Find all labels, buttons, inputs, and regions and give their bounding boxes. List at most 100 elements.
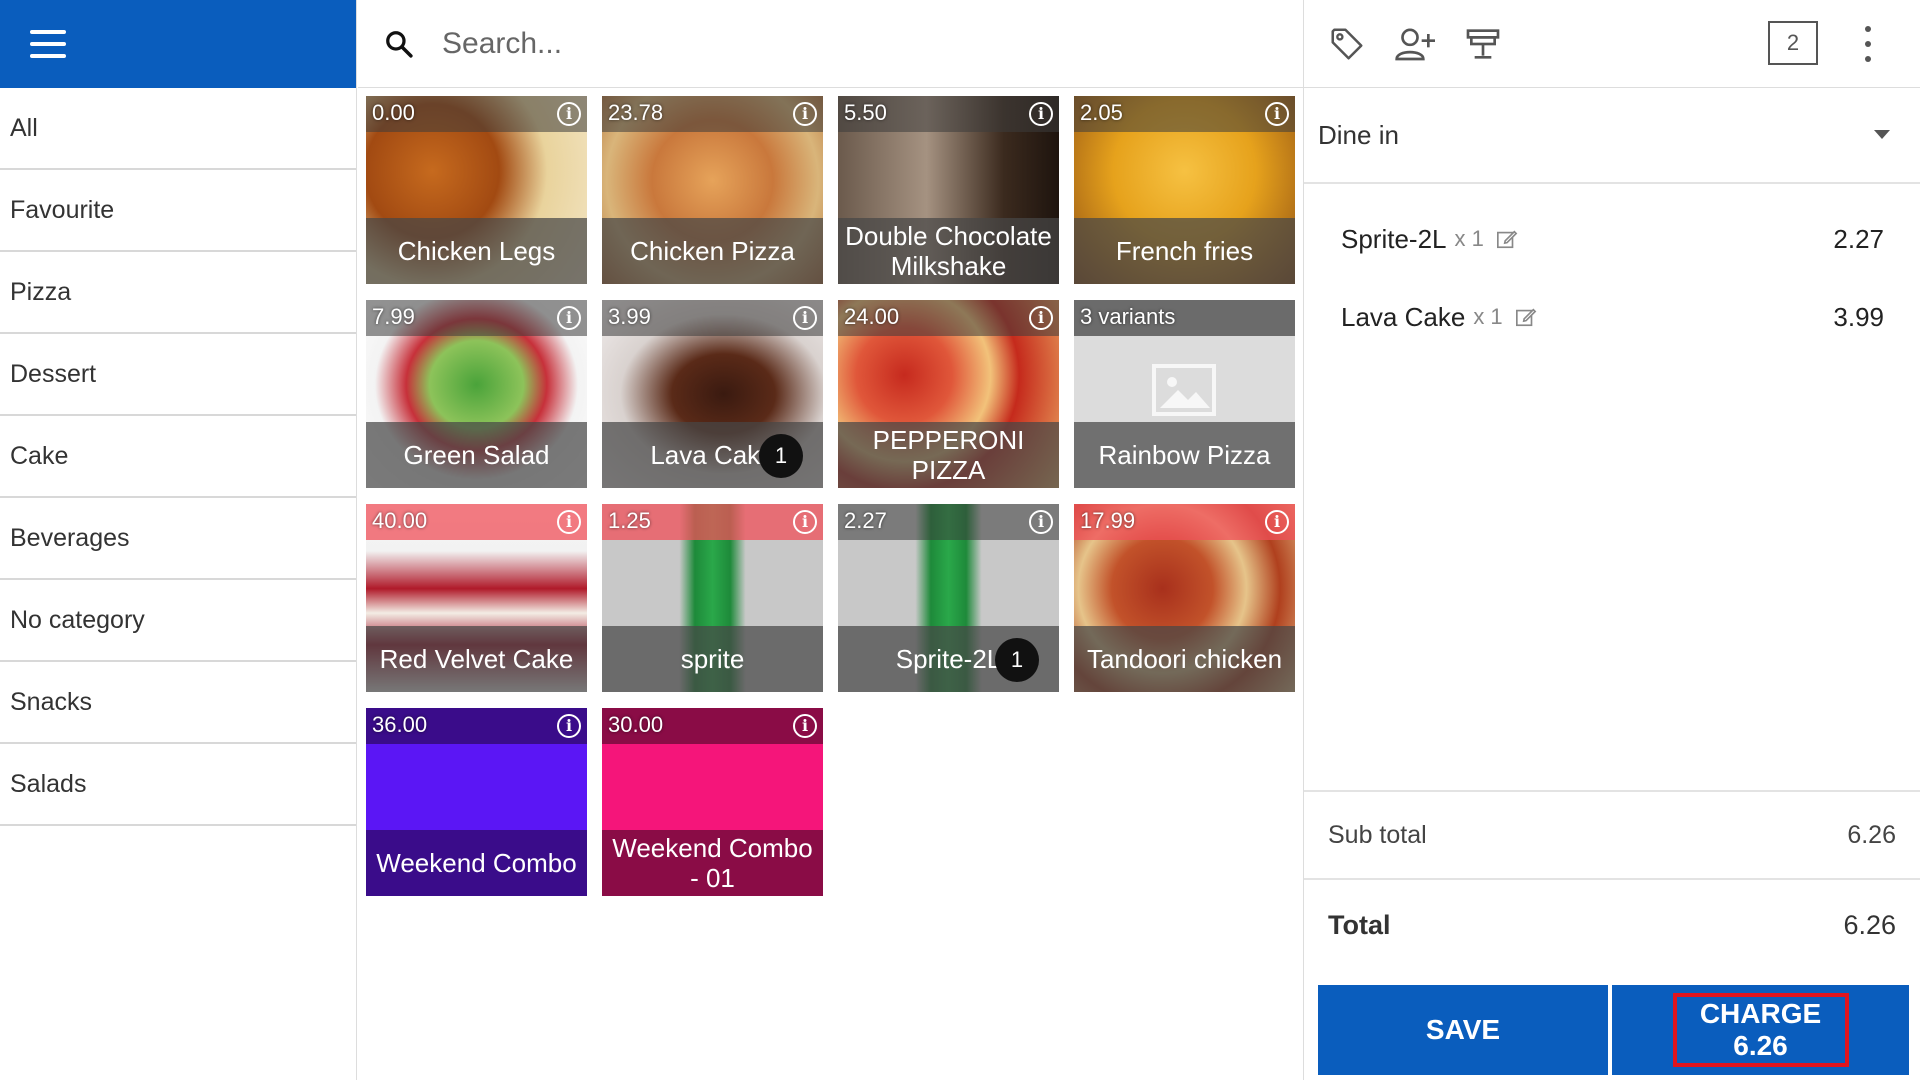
product-price: 3.99 <box>608 304 651 329</box>
product-name: Double Chocolate Milkshake <box>838 218 1059 284</box>
product-price: 5.50 <box>844 100 887 125</box>
line-item-qty: x 1 <box>1473 304 1503 329</box>
product-tile[interactable]: 40.00 i Red Velvet Cake <box>366 504 587 692</box>
product-tile[interactable]: 3.99 i Lava Cake 1 <box>602 300 823 488</box>
search-icon[interactable] <box>384 29 414 59</box>
info-icon[interactable]: i <box>793 510 817 534</box>
info-icon[interactable]: i <box>557 510 581 534</box>
product-price: 17.99 <box>1080 508 1136 533</box>
dining-option-value: Dine in <box>1318 119 1399 150</box>
add-customer-icon[interactable] <box>1392 21 1438 67</box>
menu-icon[interactable] <box>30 30 66 58</box>
product-name: Chicken Legs <box>366 218 587 284</box>
product-tile[interactable]: 30.00 i Weekend Combo - 01 <box>602 708 823 896</box>
category-pizza[interactable]: Pizza <box>0 252 356 334</box>
category-all[interactable]: All <box>0 88 356 170</box>
line-item-qty: x 1 <box>1454 226 1484 251</box>
charge-button[interactable]: CHARGE 6.26 <box>1612 985 1909 1075</box>
product-price: 24.00 <box>844 304 900 329</box>
total-row: Total 6.26 <box>1304 880 1920 970</box>
category-cake[interactable]: Cake <box>0 416 356 498</box>
total-label: Total <box>1328 909 1391 940</box>
search-input[interactable] <box>442 26 1142 61</box>
save-button[interactable]: SAVE <box>1318 985 1608 1075</box>
open-tickets-button[interactable]: 2 <box>1768 21 1818 65</box>
cart-count-badge: 1 <box>995 638 1039 682</box>
product-name: Weekend Combo <box>366 830 587 896</box>
product-tile[interactable]: 2.27 i Sprite-2L 1 <box>838 504 1059 692</box>
total-value: 6.26 <box>1843 909 1896 940</box>
product-tile[interactable]: 17.99 i Tandoori chicken <box>1074 504 1295 692</box>
line-item-amount: 2.27 <box>1833 223 1884 254</box>
product-tile[interactable]: 1.25 i sprite <box>602 504 823 692</box>
category-no-category[interactable]: No category <box>0 580 356 662</box>
order-line-item[interactable]: Sprite-2L x 1 2.27 <box>1341 219 1884 259</box>
product-name: Red Velvet Cake <box>366 626 587 692</box>
order-panel: 2 Dine in Sprite-2L x 1 2.27 Lava Cake x… <box>1303 0 1920 1080</box>
info-icon[interactable]: i <box>557 714 581 738</box>
product-price: 36.00 <box>372 712 428 737</box>
category-list: All Favourite Pizza Dessert Cake Beverag… <box>0 88 356 826</box>
info-icon[interactable]: i <box>793 102 817 126</box>
info-icon[interactable]: i <box>1029 510 1053 534</box>
edit-icon[interactable] <box>1496 228 1518 250</box>
product-price: 30.00 <box>608 712 664 737</box>
category-salads[interactable]: Salads <box>0 744 356 826</box>
product-price: 40.00 <box>372 508 428 533</box>
product-name: Rainbow Pizza <box>1074 422 1295 488</box>
dining-option-select[interactable]: Dine in <box>1304 88 1920 184</box>
product-name: Chicken Pizza <box>602 218 823 284</box>
product-tile[interactable]: 2.05 i French fries <box>1074 96 1295 284</box>
line-item-name: Sprite-2L <box>1341 223 1447 254</box>
info-icon[interactable]: i <box>1029 306 1053 330</box>
product-name: French fries <box>1074 218 1295 284</box>
variants-count: 3 variants <box>1080 304 1176 329</box>
product-tile[interactable]: 3 variants Rainbow Pizza <box>1074 300 1295 488</box>
subtotal-row: Sub total 6.26 <box>1304 790 1920 880</box>
line-item-name: Lava Cake <box>1341 301 1466 332</box>
info-icon[interactable]: i <box>1029 102 1053 126</box>
subtotal-value: 6.26 <box>1847 820 1896 849</box>
product-price: 1.25 <box>608 508 651 533</box>
order-line-item[interactable]: Lava Cake x 1 3.99 <box>1341 297 1884 337</box>
product-price: 7.99 <box>372 304 415 329</box>
charge-highlight: CHARGE 6.26 <box>1672 993 1849 1067</box>
printer-icon[interactable] <box>1460 21 1506 67</box>
category-dessert[interactable]: Dessert <box>0 334 356 416</box>
product-tile[interactable]: 24.00 i PEPPERONI PIZZA <box>838 300 1059 488</box>
info-icon[interactable]: i <box>1265 102 1289 126</box>
product-tile[interactable]: 5.50 i Double Chocolate Milkshake <box>838 96 1059 284</box>
product-price: 2.27 <box>844 508 887 533</box>
product-tile[interactable]: 36.00 i Weekend Combo <box>366 708 587 896</box>
info-icon[interactable]: i <box>557 102 581 126</box>
sidebar-header <box>0 0 356 88</box>
product-tile[interactable]: 0.00 i Chicken Legs <box>366 96 587 284</box>
product-name: PEPPERONI PIZZA <box>838 422 1059 488</box>
info-icon[interactable]: i <box>793 306 817 330</box>
product-price: 23.78 <box>608 100 664 125</box>
category-favourite[interactable]: Favourite <box>0 170 356 252</box>
search-bar <box>358 0 1303 88</box>
tag-icon[interactable] <box>1324 21 1370 67</box>
category-beverages[interactable]: Beverages <box>0 498 356 580</box>
product-name: sprite <box>602 626 823 692</box>
info-icon[interactable]: i <box>557 306 581 330</box>
info-icon[interactable]: i <box>1265 510 1289 534</box>
product-name: Tandoori chicken <box>1074 626 1295 692</box>
image-placeholder-icon <box>1152 364 1216 416</box>
product-tile[interactable]: 7.99 i Green Salad <box>366 300 587 488</box>
info-icon[interactable]: i <box>793 714 817 738</box>
charge-amount: 6.26 <box>1733 1030 1788 1061</box>
dropdown-arrow-icon <box>1874 130 1890 139</box>
product-tile[interactable]: 23.78 i Chicken Pizza <box>602 96 823 284</box>
line-item-amount: 3.99 <box>1833 301 1884 332</box>
edit-icon[interactable] <box>1515 306 1537 328</box>
order-toolbar: 2 <box>1304 0 1920 88</box>
category-snacks[interactable]: Snacks <box>0 662 356 744</box>
more-options-icon[interactable] <box>1864 26 1872 62</box>
product-name: Green Salad <box>366 422 587 488</box>
subtotal-label: Sub total <box>1328 820 1427 849</box>
product-name: Weekend Combo - 01 <box>602 830 823 896</box>
cart-count-badge: 1 <box>759 434 803 478</box>
product-price: 0.00 <box>372 100 415 125</box>
